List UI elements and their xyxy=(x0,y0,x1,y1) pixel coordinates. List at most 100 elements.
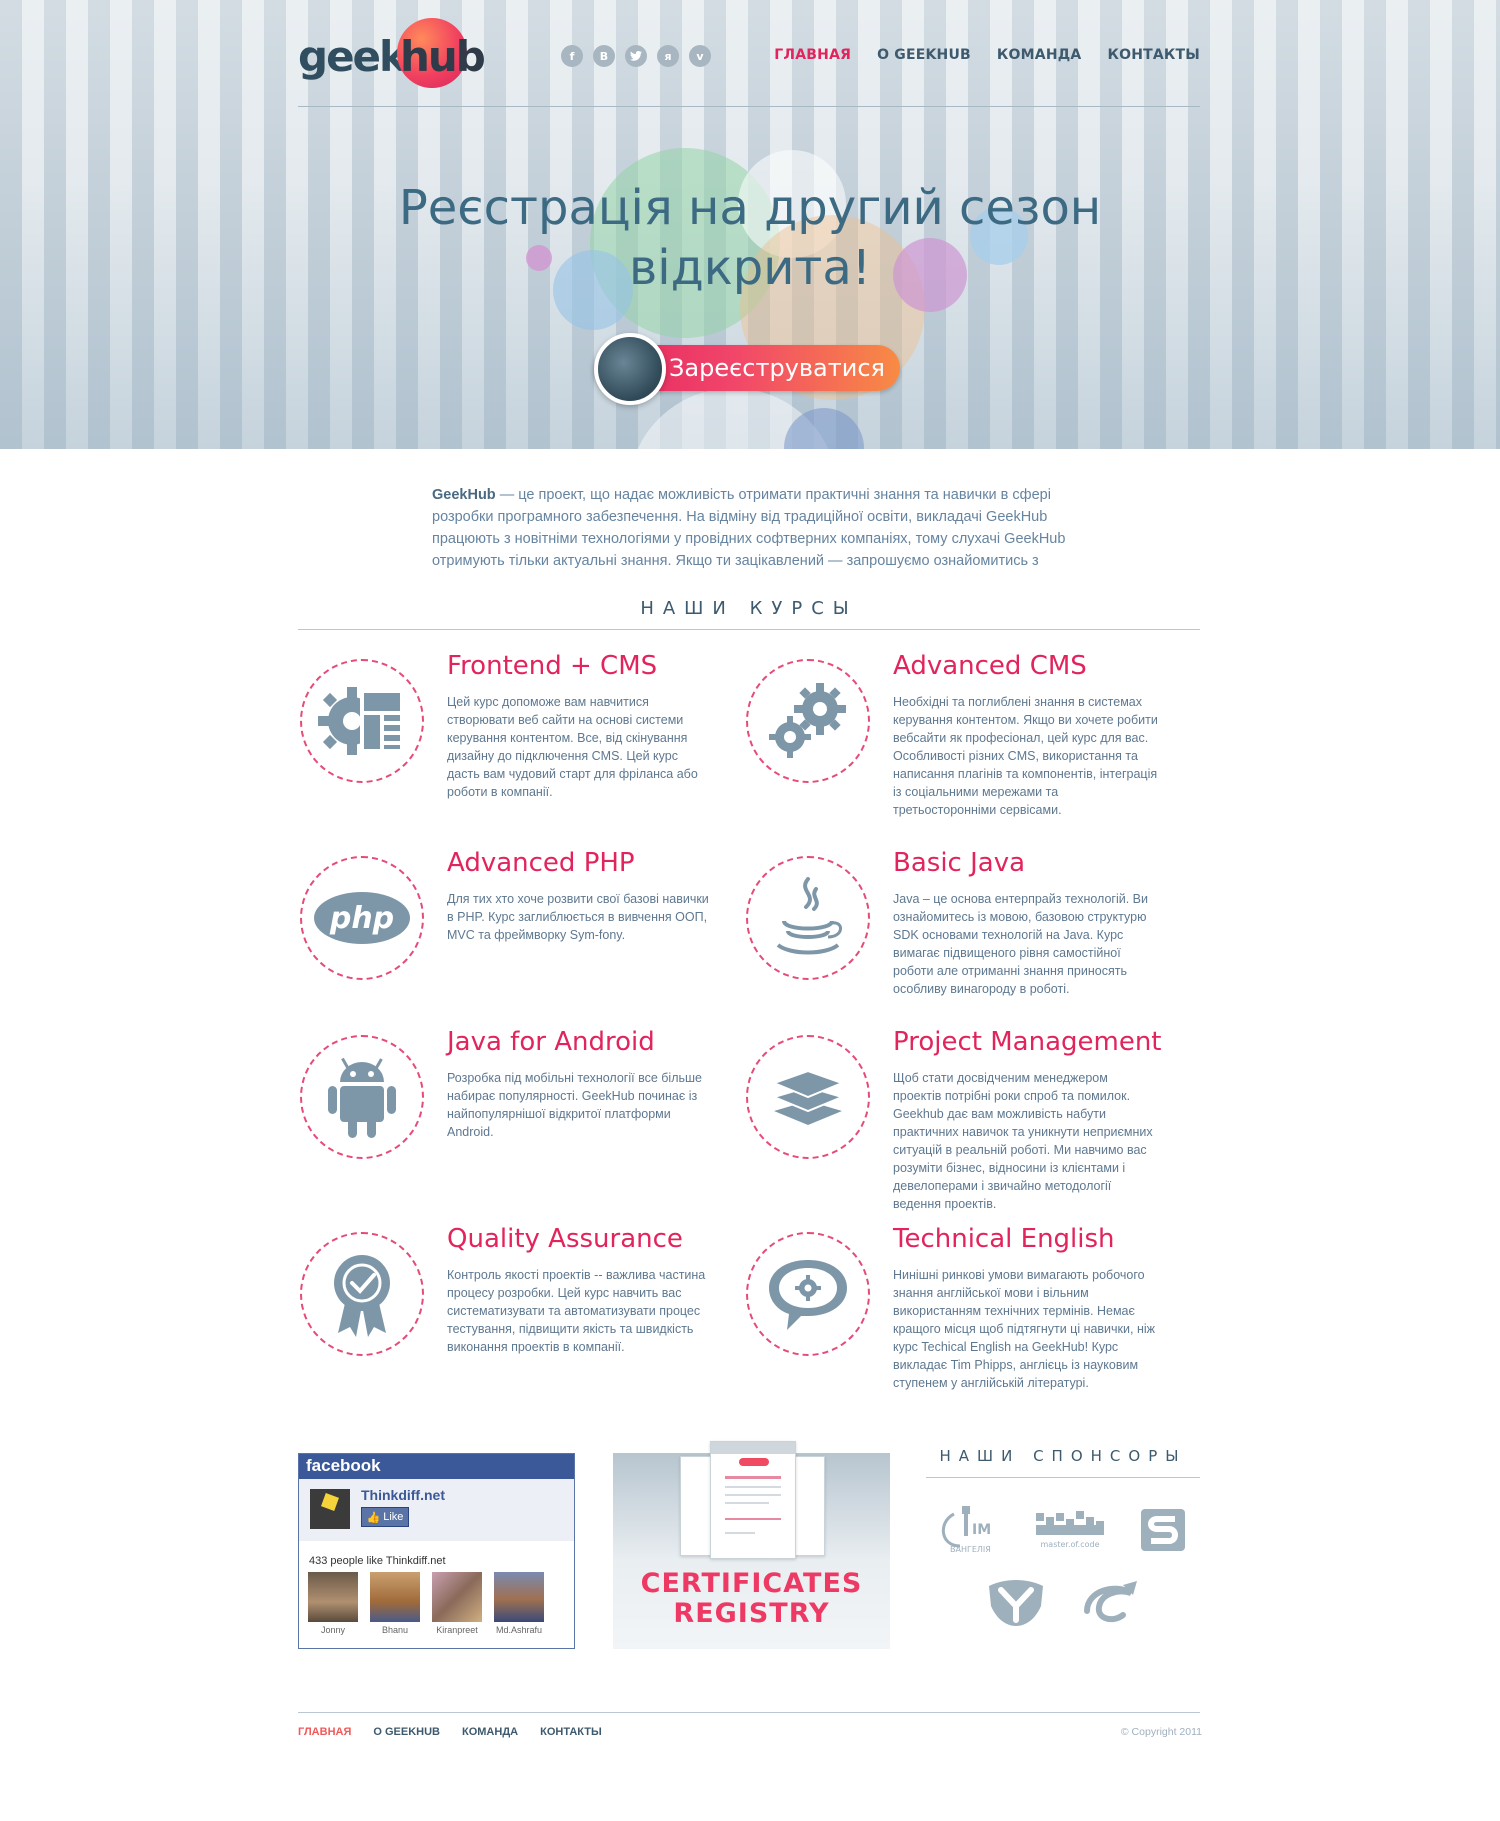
php-icon: php xyxy=(314,892,410,944)
course-description: Контроль якості проектів -- важлива част… xyxy=(447,1268,706,1354)
facebook-fan[interactable]: Jonny xyxy=(308,1572,358,1635)
sponsor-vangelia-text: ВАНГЕЛІЯ xyxy=(950,1545,991,1554)
certificates-registry-banner[interactable]: CERTIFICATES REGISTRY xyxy=(613,1441,890,1649)
certificates-line: CERTIFICATES xyxy=(640,1568,863,1599)
facebook-fan[interactable]: Kiranpreet xyxy=(432,1572,482,1635)
facebook-page-avatar[interactable] xyxy=(310,1489,350,1529)
award-badge-icon xyxy=(334,1255,390,1337)
courses-divider xyxy=(298,629,1200,630)
facebook-like-label: Like xyxy=(383,1511,404,1523)
avatar xyxy=(308,1572,358,1622)
s-logo[interactable] xyxy=(1138,1506,1188,1554)
course-icon-circle xyxy=(746,856,870,980)
register-button-knob[interactable] xyxy=(594,333,666,405)
footer-divider xyxy=(298,1712,1200,1713)
facebook-fan-name: Jonny xyxy=(320,1625,346,1635)
course-icon-circle xyxy=(300,1232,424,1356)
nav-item-team[interactable]: КОМАНДА xyxy=(997,47,1082,63)
twitter-icon[interactable] xyxy=(625,45,647,67)
vkontakte-icon[interactable]: B xyxy=(593,45,615,67)
nav-item-about[interactable]: О GEEKHUB xyxy=(877,47,971,63)
facebook-fan-name: Kiranpreet xyxy=(436,1625,478,1635)
courses-heading: НАШИ КУРСЫ xyxy=(640,598,858,619)
course-title[interactable]: Quality Assurance xyxy=(447,1224,683,1254)
logo-text-geek: geek xyxy=(298,32,407,81)
course-description: Необхідні та поглиблені знання в система… xyxy=(893,695,1158,817)
swirl-logo[interactable] xyxy=(1078,1575,1142,1629)
nav-item-home[interactable]: ГЛАВНАЯ xyxy=(774,47,851,63)
layers-icon xyxy=(770,1069,846,1125)
social-links: f B я v xyxy=(561,45,711,67)
gears-icon xyxy=(769,683,846,758)
android-icon xyxy=(328,1057,396,1138)
sponsors-divider xyxy=(926,1477,1200,1478)
certificate-sheet xyxy=(710,1441,796,1559)
course-icon-circle: php xyxy=(300,856,424,980)
vimeo-icon[interactable]: v xyxy=(689,45,711,67)
intro-text: — це проект, що надає можливість отримат… xyxy=(432,487,1066,569)
hero-banner: geek hub f B я v ГЛАВНАЯ О GEEKHUB КОМАН… xyxy=(0,0,1500,449)
course-title[interactable]: Advanced PHP xyxy=(447,848,635,878)
intro-paragraph: GeekHub — це проект, що надає можливість… xyxy=(432,484,1072,572)
java-cup-icon xyxy=(776,877,842,955)
course-title[interactable]: Basic Java xyxy=(893,848,1025,878)
facebook-like-box: facebook Thinkdiff.net 👍 Like 433 people… xyxy=(298,1453,575,1649)
facebook-fan-name: Bhanu xyxy=(381,1625,409,1635)
sponsor-master-of-code-text: master.of.code xyxy=(1041,1540,1100,1549)
logo-text-hub: hub xyxy=(400,32,486,81)
course-icon-circle xyxy=(300,659,424,783)
course-description: Цей курс допоможе вам навчитися створюва… xyxy=(447,695,698,799)
facebook-fans: Jonny Bhanu Kiranpreet Md.Ashrafu xyxy=(308,1572,544,1635)
course-title[interactable]: Technical English xyxy=(893,1224,1115,1254)
footer-nav-team[interactable]: КОМАНДА xyxy=(462,1726,518,1738)
y-logo[interactable] xyxy=(984,1575,1048,1629)
hero-title-line2: відкрита! xyxy=(628,240,872,296)
facebook-icon[interactable]: f xyxy=(561,45,583,67)
speech-gear-icon xyxy=(769,1260,847,1330)
registry-line: REGISTRY xyxy=(673,1598,830,1629)
facebook-fan[interactable]: Md.Ashrafu xyxy=(494,1572,544,1635)
svg-text:php: php xyxy=(329,901,394,936)
facebook-page-name[interactable]: Thinkdiff.net xyxy=(361,1487,445,1503)
footer-nav-contacts[interactable]: КОНТАКТЫ xyxy=(540,1726,602,1738)
certificates-registry-title: CERTIFICATES REGISTRY xyxy=(613,1569,890,1629)
geekhub-logo[interactable]: geek hub xyxy=(298,18,486,93)
sponsors-heading: НАШИ СПОНСОРЫ xyxy=(939,1447,1187,1465)
gear-layout-icon xyxy=(318,687,404,755)
course-icon-circle xyxy=(746,1232,870,1356)
master-of-code-logo[interactable]: master.of.code xyxy=(1030,1505,1110,1555)
course-title[interactable]: Advanced CMS xyxy=(893,651,1087,681)
course-icon-circle xyxy=(300,1035,424,1159)
course-title[interactable]: Project Management xyxy=(893,1027,1162,1057)
course-title[interactable]: Java for Android xyxy=(447,1027,655,1057)
hero-title: Реєстрація на другий сезон відкрита! xyxy=(300,178,1200,298)
header-divider xyxy=(298,106,1200,107)
nav-item-contacts[interactable]: КОНТАКТЫ xyxy=(1107,47,1200,63)
hero-title-line1: Реєстрація на другий сезон xyxy=(398,180,1102,236)
avatar xyxy=(370,1572,420,1622)
ya-ru-icon[interactable]: я xyxy=(657,45,679,67)
course-description: Java – це основа ентерпрайз технологій. … xyxy=(893,892,1148,996)
facebook-page-header: Thinkdiff.net 👍 Like xyxy=(299,1479,574,1541)
course-title[interactable]: Frontend + CMS xyxy=(447,651,657,681)
facebook-like-button[interactable]: 👍 Like xyxy=(361,1507,409,1527)
avatar xyxy=(432,1572,482,1622)
footer-nav-about[interactable]: О GEEKHUB xyxy=(373,1726,440,1738)
main-nav: ГЛАВНАЯ О GEEKHUB КОМАНДА КОНТАКТЫ xyxy=(774,47,1200,63)
avatar xyxy=(494,1572,544,1622)
copyright: © Copyright 2011 xyxy=(1120,1726,1202,1738)
thumbs-up-icon: 👍 xyxy=(366,1511,381,1524)
course-description: Для тих хто хоче розвити свої базові нав… xyxy=(447,892,709,942)
facebook-fan[interactable]: Bhanu xyxy=(370,1572,420,1635)
im-vangelia-logo[interactable]: IM ВАНГЕЛІЯ xyxy=(930,1502,1004,1558)
course-description: Щоб стати досвідченим менеджером проекті… xyxy=(893,1071,1153,1211)
footer-nav-home[interactable]: ГЛАВНАЯ xyxy=(298,1726,351,1738)
footer-nav: ГЛАВНАЯ О GEEKHUB КОМАНДА КОНТАКТЫ xyxy=(298,1726,602,1738)
intro-brand: GeekHub xyxy=(432,487,496,503)
sponsor-im-text: IM xyxy=(972,1522,991,1538)
course-icon-circle xyxy=(746,1035,870,1159)
facebook-like-count: 433 people like Thinkdiff.net xyxy=(309,1555,446,1567)
facebook-fan-name: Md.Ashrafu xyxy=(495,1625,543,1635)
facebook-logo[interactable]: facebook xyxy=(299,1454,574,1479)
course-description: Розробка під мобільні технології все біл… xyxy=(447,1071,702,1139)
